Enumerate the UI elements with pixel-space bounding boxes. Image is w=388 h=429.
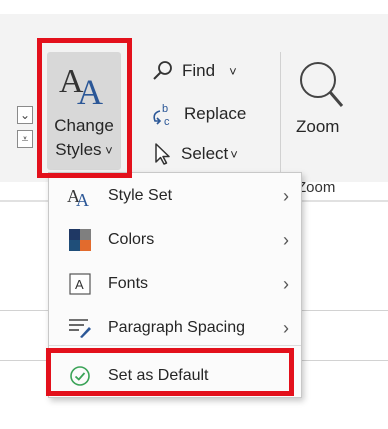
menu-item-label: Fonts xyxy=(108,275,149,292)
select-button[interactable]: Select ˅ xyxy=(153,142,238,166)
style-set-icon: A A xyxy=(67,183,93,209)
menu-item-fonts[interactable]: A Fonts › xyxy=(49,266,301,302)
menu-item-label: Colors xyxy=(108,231,155,248)
colors-icon xyxy=(67,227,93,253)
change-styles-button[interactable]: A A Change Styles ˅ xyxy=(47,52,121,170)
zoom-button-label[interactable]: Zoom xyxy=(296,117,339,137)
chevron-right-icon: › xyxy=(283,317,289,338)
ribbon-top-area xyxy=(0,0,388,14)
replace-button[interactable]: b c Replace xyxy=(150,101,246,127)
fonts-icon: A xyxy=(67,271,93,297)
change-styles-label-line1: Change xyxy=(54,116,114,135)
menu-divider xyxy=(49,345,301,346)
find-label: Find xyxy=(182,61,216,80)
zoom-magnifier-icon[interactable] xyxy=(296,58,344,110)
chevron-down-icon: ˅ xyxy=(229,63,237,79)
change-styles-label-line2: Styles ˅ xyxy=(55,140,113,159)
chevron-right-icon: › xyxy=(283,273,289,294)
change-styles-menu: A A Style Set › Colors › A Fonts › Parag… xyxy=(48,172,302,398)
cursor-arrow-icon xyxy=(155,143,170,165)
checkmark-circle-icon xyxy=(67,363,93,389)
search-icon xyxy=(153,61,172,80)
menu-item-label: Paragraph Spacing xyxy=(108,319,245,336)
change-styles-icon: A A xyxy=(59,63,103,108)
styles-gallery-more-button[interactable]: ⩡ xyxy=(17,130,33,148)
ribbon-separator xyxy=(280,52,281,180)
styles-gallery-down-button[interactable]: ⌄ xyxy=(17,106,33,124)
menu-item-style-set[interactable]: A A Style Set › xyxy=(49,178,301,214)
menu-item-paragraph-spacing[interactable]: Paragraph Spacing › xyxy=(49,310,301,346)
svg-text:A: A xyxy=(76,190,89,208)
replace-icon: b c xyxy=(153,103,170,127)
select-label: Select xyxy=(181,144,229,163)
menu-item-colors[interactable]: Colors › xyxy=(49,222,301,258)
svg-text:A: A xyxy=(77,72,103,108)
menu-item-label: Set as Default xyxy=(108,367,209,384)
replace-label: Replace xyxy=(184,104,247,123)
chevron-right-icon: › xyxy=(283,185,289,206)
svg-text:A: A xyxy=(75,277,84,292)
zoom-group-label: Zoom xyxy=(297,179,336,196)
find-button[interactable]: Find ˅ xyxy=(152,60,237,82)
menu-item-label: Style Set xyxy=(108,187,173,204)
svg-text:b: b xyxy=(162,103,168,115)
chevron-right-icon: › xyxy=(283,229,289,250)
menu-item-set-as-default[interactable]: Set as Default xyxy=(49,358,301,394)
svg-text:c: c xyxy=(164,116,170,127)
paragraph-spacing-icon xyxy=(67,315,93,341)
chevron-down-icon: ˅ xyxy=(101,143,113,158)
chevron-down-icon: ˅ xyxy=(230,146,238,162)
